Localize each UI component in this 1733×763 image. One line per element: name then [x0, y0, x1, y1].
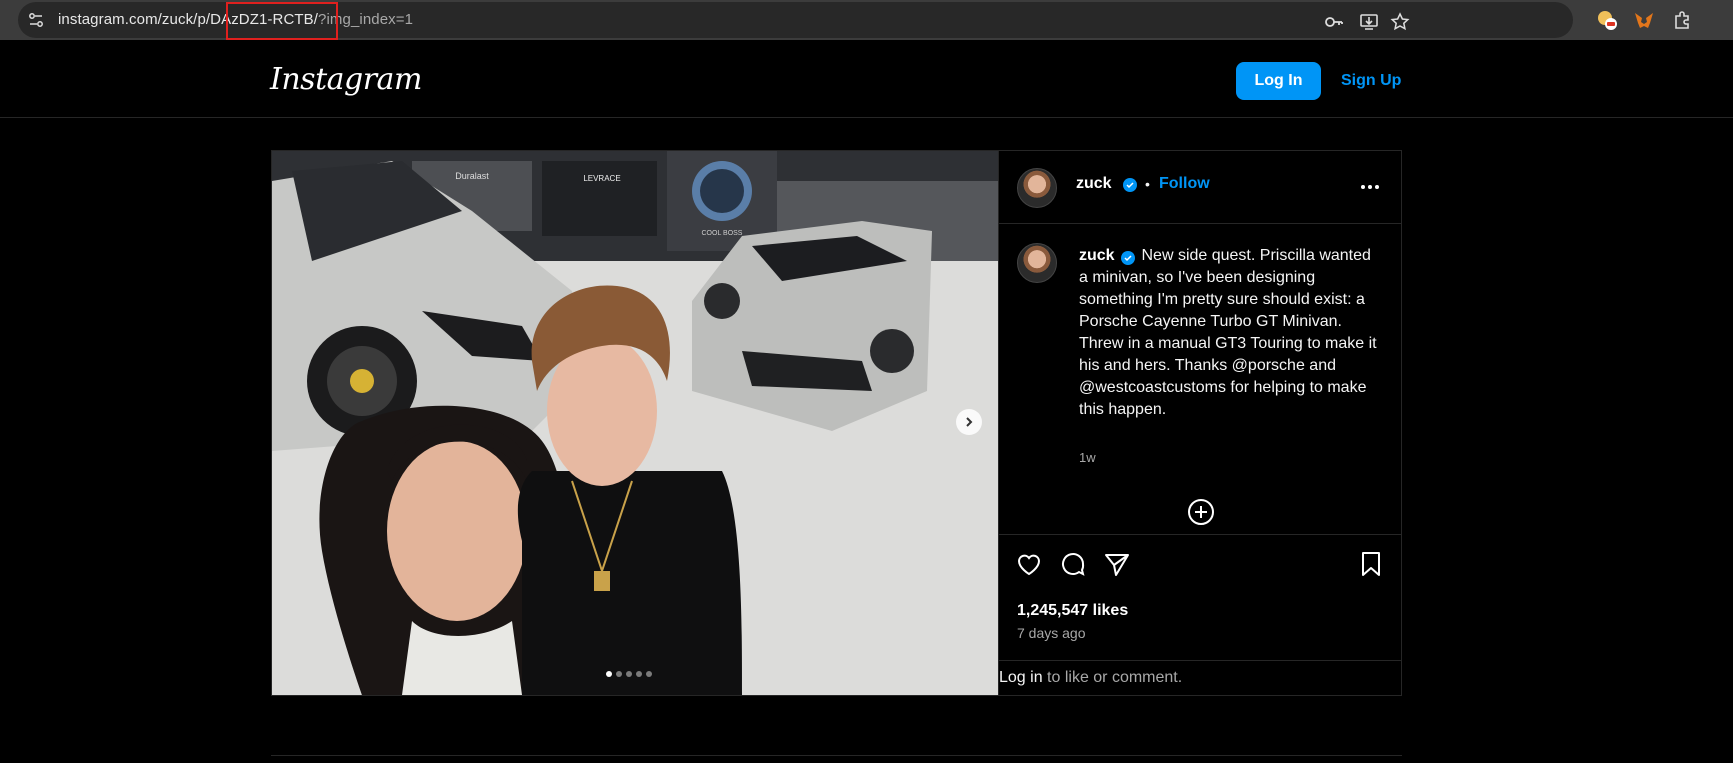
post-username[interactable]: zuck: [1076, 175, 1112, 193]
divider: [271, 755, 1402, 756]
sign-cool-boss: COOL BOSS: [702, 230, 743, 237]
url-highlight-box: [226, 2, 338, 40]
caption-username[interactable]: zuck: [1079, 247, 1115, 264]
caption-avatar[interactable]: [1017, 243, 1057, 283]
likes-count[interactable]: 1,245,547 likes: [1017, 602, 1128, 620]
avatar[interactable]: [1017, 168, 1057, 208]
instagram-header: Instagram Log In Sign Up: [0, 40, 1733, 118]
extension-adblock-icon[interactable]: [1596, 9, 1618, 31]
carousel-dot[interactable]: [626, 671, 632, 677]
carousel-dot[interactable]: [646, 671, 652, 677]
site-info-icon[interactable]: [26, 10, 46, 30]
post-image[interactable]: Duralast LEVRACE COOL BOSS: [272, 151, 998, 695]
star-icon[interactable]: [1389, 11, 1411, 33]
login-button[interactable]: Log In: [1236, 62, 1321, 100]
metamask-icon[interactable]: [1633, 9, 1655, 31]
verified-badge-icon: [1123, 178, 1137, 192]
carousel-dot[interactable]: [636, 671, 642, 677]
post-card: Duralast LEVRACE COOL BOSS zuck • Follow…: [271, 150, 1402, 696]
share-icon[interactable]: [1102, 549, 1132, 579]
sign-levrace: LEVRACE: [583, 174, 620, 183]
photo-scene: Duralast LEVRACE COOL BOSS: [272, 151, 998, 695]
login-link[interactable]: Log in: [999, 669, 1043, 686]
follow-button[interactable]: Follow: [1159, 175, 1210, 193]
chevron-right-icon: [966, 417, 973, 427]
url-host: instagram.com/zuck/p/: [58, 11, 211, 28]
post-date: 7 days ago: [1017, 625, 1086, 641]
more-options-icon[interactable]: [1361, 185, 1379, 189]
comment-icon[interactable]: [1058, 549, 1088, 579]
carousel-dot[interactable]: [606, 671, 612, 677]
caption-verified-icon: [1121, 251, 1136, 265]
bookmark-icon[interactable]: [1356, 549, 1386, 579]
post-sidebar: zuck • Follow zuck New side quest. Prisc…: [998, 151, 1402, 695]
key-icon[interactable]: [1323, 11, 1345, 33]
add-comment-icon[interactable]: [1187, 498, 1215, 526]
caption-text: New side quest. Priscilla wanted a miniv…: [1079, 247, 1377, 418]
carousel-dot[interactable]: [616, 671, 622, 677]
post-actions: 1,245,547 likes 7 days ago: [999, 534, 1402, 666]
separator-dot: •: [1145, 176, 1150, 192]
like-heart-icon[interactable]: [1014, 549, 1044, 579]
carousel-next-button[interactable]: [956, 409, 982, 435]
caption-time: 1w: [1079, 450, 1096, 465]
signup-link[interactable]: Sign Up: [1341, 72, 1401, 90]
browser-toolbar: instagram.com/zuck/p/DAzDZ1-RCTB/?img_in…: [0, 0, 1733, 40]
address-bar[interactable]: instagram.com/zuck/p/DAzDZ1-RCTB/?img_in…: [18, 2, 1573, 40]
login-to-comment: Log in to like or comment.: [999, 660, 1402, 695]
post-header: zuck • Follow: [999, 151, 1402, 224]
post-caption: zuck New side quest. Priscilla wanted a …: [1079, 245, 1379, 421]
sign-duralast: Duralast: [455, 171, 489, 181]
login-prompt-text: to like or comment.: [1042, 669, 1183, 686]
carousel-indicator: [606, 671, 652, 677]
puzzle-icon[interactable]: [1672, 9, 1694, 31]
install-icon[interactable]: [1358, 11, 1380, 33]
instagram-logo[interactable]: Instagram: [270, 62, 422, 97]
